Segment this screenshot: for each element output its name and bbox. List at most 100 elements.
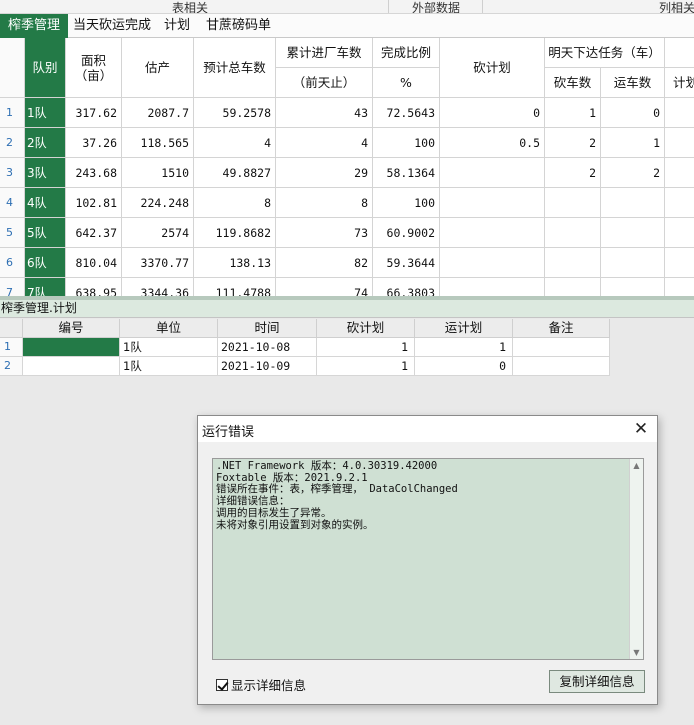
details-scrollbar[interactable]: ▲ ▼ [629, 459, 643, 659]
cut-count-cell[interactable] [545, 188, 601, 218]
col-header-ratio-unit[interactable]: % [373, 68, 440, 98]
col-header-plan-partial[interactable]: 计划 [665, 68, 694, 98]
trucks-estimate-cell[interactable]: 59.2578 [194, 98, 276, 128]
plan-more-cell[interactable] [665, 128, 694, 158]
team-cell[interactable]: 3队 [25, 158, 66, 188]
area-cell[interactable]: 37.26 [66, 128, 122, 158]
team-cell[interactable]: 4队 [25, 188, 66, 218]
id-cell[interactable] [23, 357, 120, 376]
ratio-cell[interactable]: 59.3644 [373, 248, 440, 278]
plan-more-cell[interactable] [665, 98, 694, 128]
area-cell[interactable]: 243.68 [66, 158, 122, 188]
cut-plan-cell[interactable]: 1 [317, 357, 415, 376]
row-number[interactable]: 5 [0, 218, 25, 248]
trucks-estimate-cell[interactable]: 8 [194, 188, 276, 218]
estimate-cell[interactable]: 3344.36 [122, 278, 194, 296]
cumulative-cell[interactable]: 4 [276, 128, 373, 158]
cut-plan-cell[interactable] [440, 188, 545, 218]
error-details-textbox[interactable]: .NET Framework 版本：4.0.30319.42000 Foxtab… [212, 458, 644, 660]
haul-count-cell[interactable] [601, 188, 665, 218]
scroll-down-icon[interactable]: ▼ [630, 646, 643, 659]
trucks-estimate-cell[interactable]: 111.4788 [194, 278, 276, 296]
col-header-time[interactable]: 时间 [218, 319, 317, 338]
col-header-plan-more[interactable] [665, 38, 694, 68]
cumulative-cell[interactable]: 82 [276, 248, 373, 278]
team-cell[interactable]: 7队 [25, 278, 66, 296]
scroll-up-icon[interactable]: ▲ [630, 459, 643, 472]
cut-plan-cell[interactable]: 0 [440, 98, 545, 128]
row-header-corner[interactable] [0, 319, 23, 338]
estimate-cell[interactable]: 2574 [122, 218, 194, 248]
cut-plan-cell[interactable] [440, 278, 545, 296]
area-cell[interactable]: 638.95 [66, 278, 122, 296]
team-cell[interactable]: 2队 [25, 128, 66, 158]
col-header-cut-plan[interactable]: 砍计划 [317, 319, 415, 338]
team-cell[interactable]: 5队 [25, 218, 66, 248]
row-number[interactable]: 3 [0, 158, 25, 188]
row-number[interactable]: 2 [0, 357, 23, 376]
estimate-cell[interactable]: 2087.7 [122, 98, 194, 128]
team-cell[interactable]: 1队 [25, 98, 66, 128]
col-header-area[interactable]: 面积 （亩） [66, 38, 122, 98]
plan-more-cell[interactable] [665, 158, 694, 188]
ratio-cell[interactable]: 66.3803 [373, 278, 440, 296]
haul-count-cell[interactable] [601, 278, 665, 296]
col-header-estimate[interactable]: 估产 [122, 38, 194, 98]
col-header-id[interactable]: 编号 [23, 319, 120, 338]
col-header-note[interactable]: 备注 [513, 319, 610, 338]
cumulative-cell[interactable]: 29 [276, 158, 373, 188]
cut-count-cell[interactable]: 2 [545, 128, 601, 158]
cumulative-cell[interactable]: 8 [276, 188, 373, 218]
cumulative-cell[interactable]: 74 [276, 278, 373, 296]
cut-count-cell[interactable] [545, 278, 601, 296]
tab-today-complete[interactable]: 当天砍运完成 [73, 14, 151, 38]
ratio-cell[interactable]: 60.9002 [373, 218, 440, 248]
trucks-estimate-cell[interactable]: 138.13 [194, 248, 276, 278]
col-header-trucks-estimate[interactable]: 预计总车数 [194, 38, 276, 98]
plan-more-cell[interactable] [665, 248, 694, 278]
ratio-cell[interactable]: 100 [373, 128, 440, 158]
tab-weigh-slip[interactable]: 甘蔗磅码单 [206, 14, 271, 38]
estimate-cell[interactable]: 224.248 [122, 188, 194, 218]
row-number[interactable]: 7 [0, 278, 25, 296]
cut-plan-cell[interactable]: 0.5 [440, 128, 545, 158]
show-details-checkbox[interactable]: 显示详细信息 [216, 675, 306, 694]
trucks-estimate-cell[interactable]: 119.8682 [194, 218, 276, 248]
haul-count-cell[interactable]: 1 [601, 128, 665, 158]
area-cell[interactable]: 102.81 [66, 188, 122, 218]
estimate-cell[interactable]: 1510 [122, 158, 194, 188]
row-header-corner[interactable] [0, 38, 25, 98]
trucks-estimate-cell[interactable]: 4 [194, 128, 276, 158]
col-header-cut-plan[interactable]: 砍计划 [440, 38, 545, 98]
row-number[interactable]: 1 [0, 98, 25, 128]
area-cell[interactable]: 810.04 [66, 248, 122, 278]
cut-plan-cell[interactable] [440, 158, 545, 188]
row-number[interactable]: 4 [0, 188, 25, 218]
plan-more-cell[interactable] [665, 218, 694, 248]
col-header-unit[interactable]: 单位 [120, 319, 218, 338]
cut-plan-cell[interactable]: 1 [317, 338, 415, 357]
cut-count-cell[interactable] [545, 218, 601, 248]
time-cell[interactable]: 2021-10-09 [218, 357, 317, 376]
note-cell[interactable] [513, 357, 610, 376]
area-cell[interactable]: 317.62 [66, 98, 122, 128]
close-icon[interactable]: ✕ [631, 419, 651, 439]
unit-cell[interactable]: 1队 [120, 338, 218, 357]
haul-count-cell[interactable] [601, 248, 665, 278]
unit-cell[interactable]: 1队 [120, 357, 218, 376]
cumulative-cell[interactable]: 73 [276, 218, 373, 248]
col-header-tomorrow-tasks[interactable]: 明天下达任务（车） [545, 38, 665, 68]
estimate-cell[interactable]: 118.565 [122, 128, 194, 158]
id-cell[interactable] [23, 338, 120, 357]
tab-season-management[interactable]: 榨季管理 [0, 14, 69, 38]
col-header-cumulative-sub[interactable]: （前天止） [276, 68, 373, 98]
cut-plan-cell[interactable] [440, 218, 545, 248]
haul-count-cell[interactable] [601, 218, 665, 248]
cut-count-cell[interactable] [545, 248, 601, 278]
checkbox-checked-icon[interactable] [216, 678, 228, 691]
time-cell[interactable]: 2021-10-08 [218, 338, 317, 357]
col-header-cut-count[interactable]: 砍车数 [545, 68, 601, 98]
row-number[interactable]: 6 [0, 248, 25, 278]
cumulative-cell[interactable]: 43 [276, 98, 373, 128]
col-header-haul-count[interactable]: 运车数 [601, 68, 665, 98]
